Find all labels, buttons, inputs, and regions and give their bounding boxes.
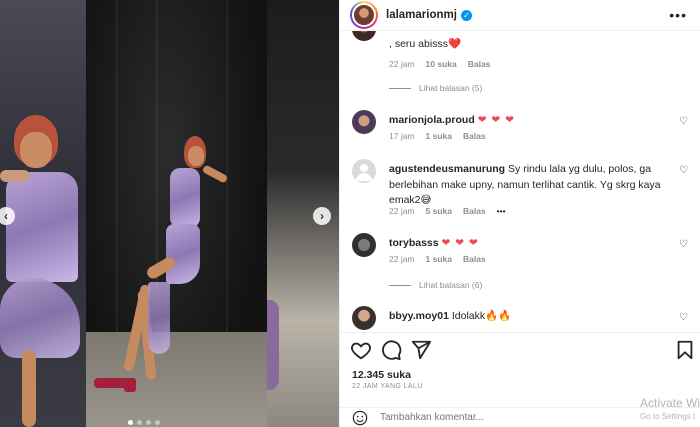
comment-item: bbyy.moy01 Idolakk🔥🔥 ♡: [352, 306, 692, 332]
like-comment-icon[interactable]: ♡: [679, 312, 688, 323]
comment-time: 22 jam: [389, 206, 415, 216]
comment-meta: 17 jam 1 suka Balas: [389, 131, 486, 141]
comment-meta: 22 jam 10 suka Balas: [389, 59, 490, 69]
verified-icon: ✓: [460, 9, 472, 21]
comment-meta: 22 jam 5 suka Balas •••: [389, 206, 506, 216]
comment-time: 22 jam: [389, 254, 415, 264]
commenter-username[interactable]: agustendeusmanurung: [389, 163, 505, 175]
author-username[interactable]: lalamarionmj: [386, 9, 457, 21]
media-photo-main: [86, 0, 267, 427]
reply-button[interactable]: Balas: [463, 206, 486, 216]
carousel-indicator: [128, 420, 160, 425]
like-comment-icon[interactable]: ♡: [679, 165, 688, 176]
performer-figure: [0, 110, 86, 427]
comment-text: , seru abisss❤️: [389, 38, 463, 50]
comment-input[interactable]: [380, 412, 580, 423]
view-replies-button[interactable]: Lihat balasan (6): [389, 280, 482, 290]
comments-list[interactable]: , seru abisss❤️ 22 jam 10 suka Balas Lih…: [340, 30, 700, 332]
post-timestamp: 22 JAM YANG LALU: [352, 383, 423, 390]
comment-meta: 22 jam 1 suka Balas: [389, 254, 486, 264]
activate-windows-watermark: Activate Wir Go to Settings t: [639, 396, 700, 421]
view-replies-button[interactable]: Lihat balasan (5): [389, 83, 482, 93]
post-side-pane: lalamarionmj ✓ ••• , seru abisss❤️ 22 ja…: [339, 0, 700, 427]
comment-text: bbyy.moy01 Idolakk🔥🔥: [389, 310, 512, 322]
commenter-avatar[interactable]: [352, 306, 376, 330]
more-icon[interactable]: •••: [669, 8, 687, 22]
comment-text: marionjola.proud ❤ ❤ ❤: [389, 114, 515, 126]
commenter-avatar[interactable]: [352, 233, 376, 257]
comment-likes[interactable]: 1 suka: [426, 131, 452, 141]
post-media-carousel[interactable]: ‹ ›: [0, 0, 339, 427]
carousel-dot: [155, 420, 160, 425]
like-comment-icon[interactable]: ♡: [679, 239, 688, 250]
commenter-avatar[interactable]: [352, 110, 376, 134]
reply-button[interactable]: Balas: [463, 254, 486, 264]
comment-item: agustendeusmanurung Sy rindu lala yg dul…: [352, 159, 692, 221]
share-icon[interactable]: [410, 339, 432, 361]
next-media-button[interactable]: ›: [313, 207, 331, 225]
chevron-right-icon: ›: [320, 209, 324, 223]
carousel-dot: [137, 420, 142, 425]
comment-item: marionjola.proud ❤ ❤ ❤ 17 jam 1 suka Bal…: [352, 110, 692, 150]
commenter-username[interactable]: torybasss: [389, 237, 439, 249]
comment-item: , seru abisss❤️ 22 jam 10 suka Balas: [352, 31, 692, 77]
comment-item: torybasss ❤ ❤ ❤ 22 jam 1 suka Balas ♡: [352, 233, 692, 273]
like-count[interactable]: 12.345 suka: [352, 369, 411, 381]
comment-likes[interactable]: 10 suka: [426, 59, 457, 69]
reply-button[interactable]: Balas: [463, 131, 486, 141]
reply-button[interactable]: Balas: [468, 59, 491, 69]
commenter-avatar[interactable]: [352, 159, 376, 183]
comment-text: torybasss ❤ ❤ ❤: [389, 237, 479, 249]
smiley-icon[interactable]: [352, 410, 368, 426]
like-comment-icon[interactable]: ♡: [679, 116, 688, 127]
carousel-dot: [128, 420, 133, 425]
chevron-left-icon: ‹: [4, 209, 8, 223]
bookmark-icon[interactable]: [674, 339, 696, 361]
comment-likes[interactable]: 5 suka: [426, 206, 452, 216]
comment-text: agustendeusmanurung Sy rindu lala yg dul…: [389, 163, 661, 206]
comment-likes[interactable]: 1 suka: [426, 254, 452, 264]
commenter-username[interactable]: marionjola.proud: [389, 114, 475, 126]
heart-icon[interactable]: [350, 339, 372, 361]
author-avatar[interactable]: [350, 1, 378, 29]
comment-time: 22 jam: [389, 59, 415, 69]
post-header: lalamarionmj ✓ •••: [340, 0, 700, 30]
carousel-dot: [146, 420, 151, 425]
comment-more-icon[interactable]: •••: [497, 206, 506, 216]
commenter-username[interactable]: bbyy.moy01: [389, 310, 449, 322]
instagram-post-view: ‹ › lalamarionmj ✓ ••• , seru abisss❤️ 2…: [0, 0, 700, 427]
comment-time: 17 jam: [389, 131, 415, 141]
comment-icon[interactable]: [380, 339, 402, 361]
model-figure: [86, 0, 267, 427]
commenter-avatar[interactable]: [352, 31, 376, 41]
